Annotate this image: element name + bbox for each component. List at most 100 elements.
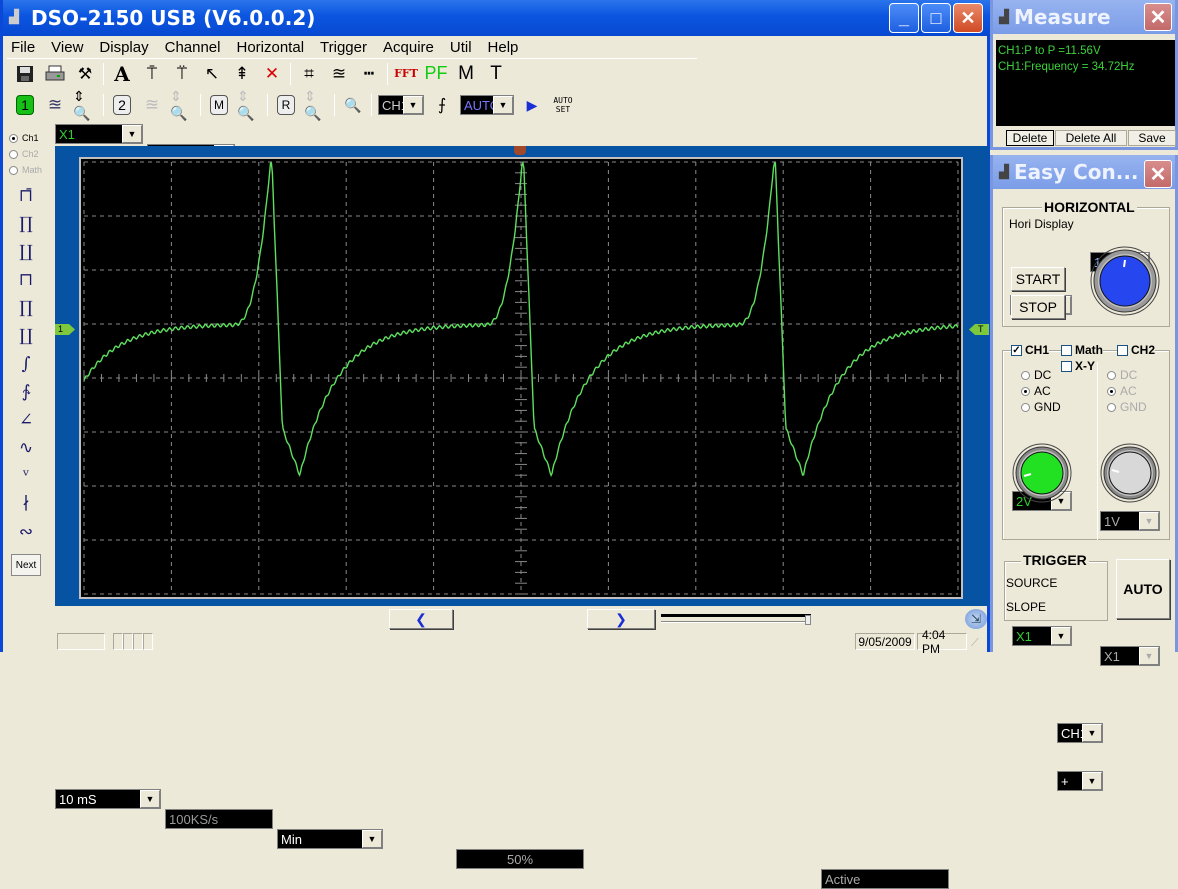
save-icon[interactable] bbox=[13, 62, 37, 86]
trigger-mode-select[interactable]: AUTO ▼ bbox=[460, 95, 514, 115]
ch2-toggle-button[interactable]: 2 bbox=[110, 93, 134, 117]
trigger-slope-select[interactable]: + ▼ bbox=[1057, 771, 1103, 791]
cursor-horizontal-icon[interactable]: ⍑ bbox=[140, 62, 164, 86]
math-zoom-icon[interactable]: ⇕🔍 bbox=[237, 88, 261, 121]
ch1-probe-ratio-select[interactable]: X1 ▼ bbox=[1012, 626, 1072, 646]
ch2-zoom-icon[interactable]: ⇕🔍 bbox=[170, 88, 194, 121]
radio-ch2[interactable]: Ch2 bbox=[9, 146, 51, 162]
position-slider[interactable] bbox=[661, 613, 811, 625]
settings-tool-icon[interactable]: ⚒ bbox=[73, 62, 97, 86]
scope-display[interactable] bbox=[79, 157, 963, 599]
menu-display[interactable]: Display bbox=[99, 39, 148, 56]
delete-all-button[interactable]: Delete All bbox=[1055, 130, 1127, 146]
close-button[interactable]: ✕ bbox=[953, 3, 983, 33]
menu-file[interactable]: File bbox=[11, 39, 35, 56]
ch2-coupling-dc[interactable]: DC bbox=[1107, 367, 1147, 383]
ch2-volts-div-select[interactable]: 1V ▼ bbox=[1100, 511, 1160, 531]
run-icon[interactable]: ▶ bbox=[520, 93, 544, 117]
period-icon[interactable]: ∿ bbox=[11, 434, 41, 462]
pointer-cursor-icon[interactable]: ⇞ bbox=[230, 62, 254, 86]
pulse-width-pos-icon[interactable]: ∏ bbox=[11, 210, 41, 238]
timebase-knob[interactable] bbox=[1089, 245, 1161, 317]
menu-acquire[interactable]: Acquire bbox=[383, 39, 434, 56]
ch1-wave-icon[interactable]: ≊ bbox=[43, 93, 67, 117]
frequency-icon[interactable]: ∾ bbox=[11, 518, 41, 546]
timebase-select[interactable]: 10 mS ▼ bbox=[55, 789, 161, 809]
trigger-source-easy-select[interactable]: CH1▼ bbox=[1057, 723, 1103, 743]
neg-width-icon[interactable]: ∐ bbox=[11, 322, 41, 350]
middle-icon[interactable]: ∤ bbox=[11, 490, 41, 518]
minimize-button[interactable]: _ bbox=[889, 3, 919, 33]
math-toggle-button[interactable]: M bbox=[207, 93, 231, 117]
pulse-width-neg-icon[interactable]: ∐ bbox=[11, 238, 41, 266]
fall-time-icon[interactable]: ⊓ bbox=[11, 266, 41, 294]
delete-button[interactable]: Delete bbox=[1006, 130, 1054, 146]
next-button[interactable]: Next bbox=[11, 554, 41, 576]
ch1-zoom-icon[interactable]: ⇕🔍 bbox=[73, 88, 97, 121]
ch2-enable-checkbox[interactable]: CH2 bbox=[1117, 343, 1156, 357]
ch2-volts-knob[interactable] bbox=[1099, 442, 1161, 504]
ref-zoom-icon[interactable]: ⇕🔍 bbox=[304, 88, 328, 121]
trigger-level-marker[interactable]: T bbox=[969, 324, 989, 335]
rise-time-icon[interactable]: ⊓̄ bbox=[11, 182, 41, 210]
ch2-coupling-gnd[interactable]: GND bbox=[1107, 399, 1147, 415]
menu-horizontal[interactable]: Horizontal bbox=[237, 39, 305, 56]
scroll-left-button[interactable]: ❮ bbox=[389, 609, 453, 629]
ch1-probe-select[interactable]: X1 ▼ bbox=[55, 124, 143, 144]
menu-util[interactable]: Util bbox=[450, 39, 472, 56]
scroll-right-button[interactable]: ❯ bbox=[587, 609, 655, 629]
easy-control-close-button[interactable]: ✕ bbox=[1144, 160, 1172, 188]
ch1-level-marker[interactable]: 1 bbox=[55, 324, 75, 335]
text-icon[interactable]: A bbox=[110, 62, 134, 86]
menu-view[interactable]: View bbox=[51, 39, 83, 56]
slider-thumb[interactable] bbox=[805, 615, 811, 625]
menu-bar: File View Display Channel Horizontal Tri… bbox=[3, 36, 993, 58]
maximize-button[interactable]: □ bbox=[921, 3, 951, 33]
stop-button[interactable]: STOP bbox=[1011, 295, 1065, 319]
cursor-vertical-icon[interactable]: ⍡ bbox=[170, 62, 194, 86]
measure-close-button[interactable]: ✕ bbox=[1144, 3, 1172, 31]
pass-fail-icon[interactable]: PF bbox=[424, 62, 448, 86]
trigger-icon[interactable]: T bbox=[484, 62, 508, 86]
ch1-coupling-gnd[interactable]: GND bbox=[1021, 399, 1061, 415]
ch1-toggle-button[interactable]: 1 bbox=[13, 93, 37, 117]
radio-ch1[interactable]: Ch1 bbox=[9, 130, 51, 146]
low-icon[interactable]: ∠ bbox=[11, 406, 41, 434]
ch2-probe-ratio-select[interactable]: X1 ▼ bbox=[1100, 646, 1160, 666]
grid-icon[interactable]: ⌗ bbox=[297, 62, 321, 86]
ch1-coupling-dc[interactable]: DC bbox=[1021, 367, 1061, 383]
xy-enable-checkbox[interactable]: X-Y bbox=[1061, 359, 1095, 373]
ch2-coupling-ac[interactable]: AC bbox=[1107, 383, 1147, 399]
min-icon[interactable]: ᵛ bbox=[11, 462, 41, 490]
trigger-source-select[interactable]: CH1 ▼ bbox=[378, 95, 424, 115]
save-measure-button[interactable]: Save bbox=[1128, 130, 1176, 146]
ch1-volts-knob[interactable] bbox=[1011, 442, 1073, 504]
measure-icon[interactable]: M bbox=[454, 62, 478, 86]
pos-width-icon[interactable]: ∏ bbox=[11, 294, 41, 322]
dotted-line-icon[interactable]: ┅ bbox=[357, 62, 381, 86]
start-button[interactable]: START bbox=[1011, 267, 1065, 291]
high-icon[interactable]: ∱ bbox=[11, 378, 41, 406]
clear-cursor-icon[interactable]: ✕ bbox=[260, 62, 284, 86]
resize-grip-icon[interactable]: ⟋ bbox=[971, 637, 979, 650]
ch1-coupling-ac[interactable]: AC bbox=[1021, 383, 1061, 399]
horizontal-zoom-icon[interactable]: 🔍 bbox=[341, 93, 365, 117]
waveform-icon[interactable]: ≊ bbox=[327, 62, 351, 86]
print-icon[interactable] bbox=[43, 62, 67, 86]
ch1-enable-checkbox[interactable]: ✓ CH1 bbox=[1011, 343, 1050, 357]
fft-icon[interactable]: FFT bbox=[394, 62, 418, 86]
radio-math[interactable]: Math bbox=[9, 162, 51, 178]
menu-trigger[interactable]: Trigger bbox=[320, 39, 367, 56]
trigger-slope-icon[interactable]: ⨍ bbox=[430, 93, 454, 117]
max-icon[interactable]: ∫ bbox=[11, 350, 41, 378]
ref-toggle-button[interactable]: R bbox=[274, 93, 298, 117]
autoset-button[interactable]: AUTO SET bbox=[550, 93, 576, 117]
menu-help[interactable]: Help bbox=[488, 39, 519, 56]
math-enable-checkbox[interactable]: Math bbox=[1061, 343, 1103, 357]
trigger-auto-button[interactable]: AUTO bbox=[1116, 559, 1170, 619]
dock-icon[interactable]: ⇲ bbox=[965, 609, 987, 629]
ch2-wave-icon[interactable]: ≊ bbox=[140, 93, 164, 117]
pointer-icon[interactable]: ↖ bbox=[200, 62, 224, 86]
menu-channel[interactable]: Channel bbox=[165, 39, 221, 56]
acquisition-mode-select[interactable]: Min ▼ bbox=[277, 829, 383, 849]
